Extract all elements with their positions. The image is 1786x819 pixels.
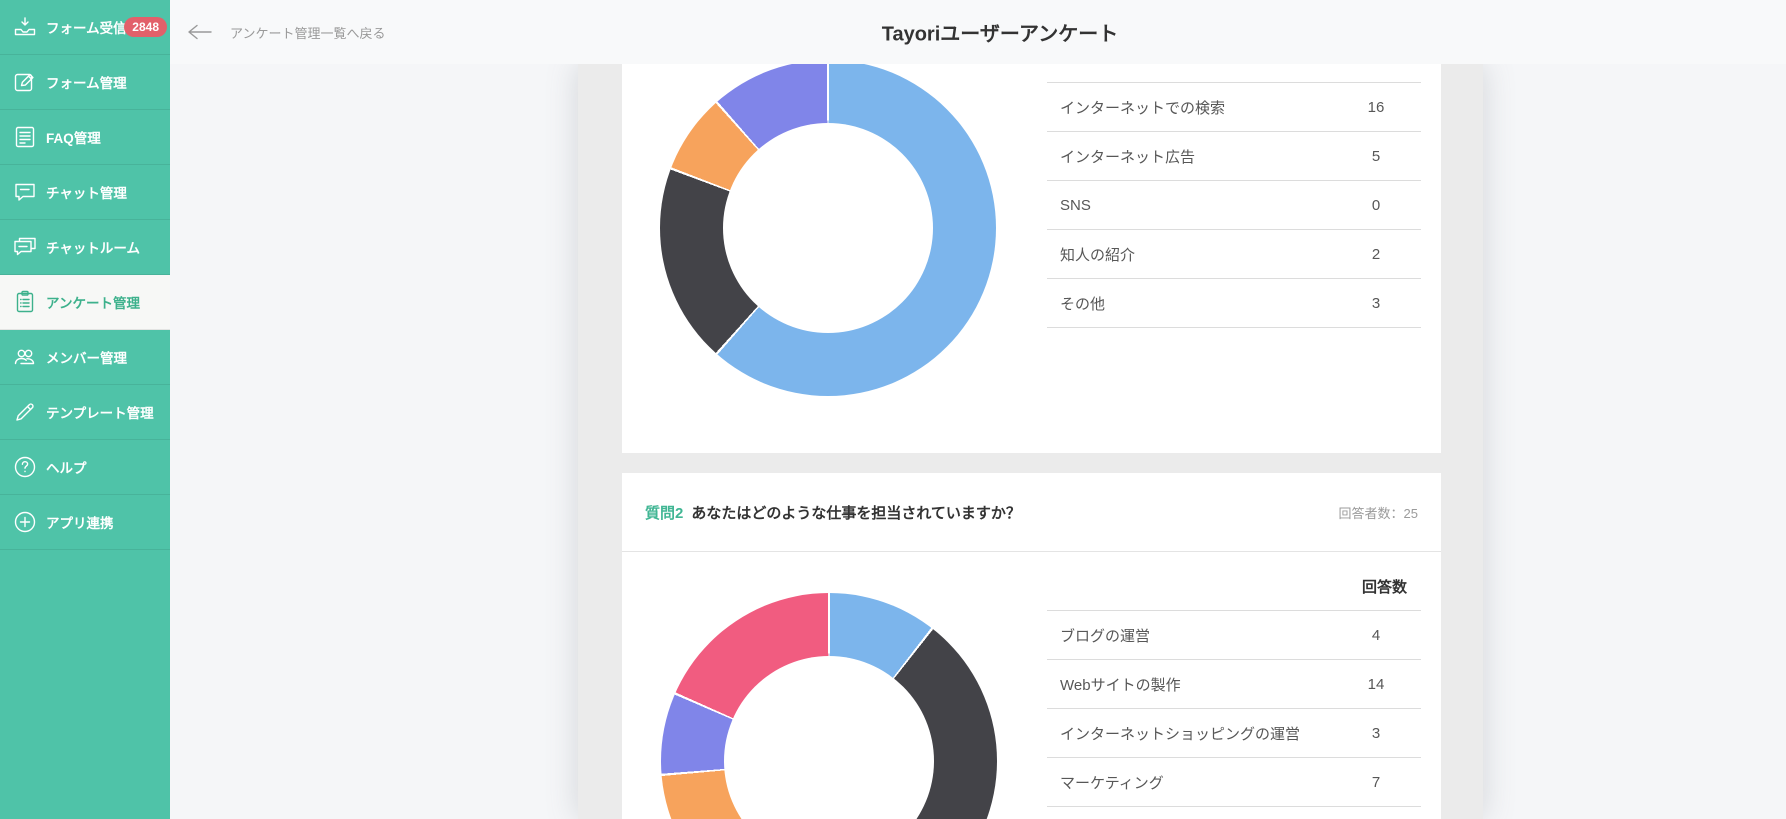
sidebar-item-label: チャット管理 xyxy=(46,182,127,202)
answer-count: 4 xyxy=(1331,627,1421,644)
members-icon xyxy=(12,344,38,370)
answer-count: 7 xyxy=(1331,774,1421,791)
table-row: Webサイトの製作 14 xyxy=(1047,659,1421,708)
sidebar-item-chat-room[interactable]: チャットルーム xyxy=(0,220,170,275)
inbox-icon xyxy=(12,14,38,40)
answer-count: 14 xyxy=(1331,676,1421,693)
sidebar-item-form-inbox[interactable]: フォーム受信箱 2848 xyxy=(0,0,170,55)
answer-count: 3 xyxy=(1331,295,1421,312)
answer-count: 5 xyxy=(1331,148,1421,165)
table-row: SNS 0 xyxy=(1047,180,1421,229)
sidebar-item-survey-management[interactable]: アンケート管理 xyxy=(0,275,170,330)
answer-label: ブログの運営 xyxy=(1047,625,1331,646)
question-1-donut-chart xyxy=(660,60,996,396)
unread-count-badge: 2848 xyxy=(124,17,167,37)
table-row: 知人の紹介 2 xyxy=(1047,229,1421,278)
sidebar-item-label: アプリ連携 xyxy=(46,512,114,532)
template-pencil-icon xyxy=(12,399,38,425)
answer-count: 16 xyxy=(1331,99,1421,116)
chat-bubble-icon xyxy=(12,179,38,205)
sidebar-item-form-management[interactable]: フォーム管理 xyxy=(0,55,170,110)
answer-label: インターネット広告 xyxy=(1047,146,1331,167)
help-icon xyxy=(12,454,38,480)
answer-count-header: 回答数 xyxy=(1047,576,1421,597)
answer-count: 2 xyxy=(1331,246,1421,263)
question-text: あなたはどのような仕事を担当されていますか？ xyxy=(691,505,1021,522)
sidebar-item-member-management[interactable]: メンバー管理 xyxy=(0,330,170,385)
question-2-result-card: 質問2 あなたはどのような仕事を担当されていますか？ 回答者数：25 回答数 ブロ… xyxy=(622,473,1441,819)
question-number-tag: 質問2 xyxy=(645,505,683,522)
donut-hole xyxy=(723,123,933,333)
answer-count: 0 xyxy=(1331,197,1421,214)
sidebar-item-faq-management[interactable]: FAQ管理 xyxy=(0,110,170,165)
back-arrow-icon xyxy=(187,24,212,40)
main-sidebar: フォーム受信箱 2848 フォーム管理 FAQ管理 チャット管理 チ xyxy=(0,0,170,819)
table-row: その他 3 xyxy=(1047,278,1421,328)
respondents-count: 回答者数：25 xyxy=(1339,503,1418,522)
table-row: ブログの運営 4 xyxy=(1047,610,1421,659)
sidebar-item-label: フォーム管理 xyxy=(46,72,127,92)
sidebar-item-label: FAQ管理 xyxy=(46,127,101,147)
chat-room-icon xyxy=(12,234,38,260)
sidebar-item-label: チャットルーム xyxy=(46,237,140,257)
table-row: インターネット広告 5 xyxy=(1047,131,1421,180)
table-row: マーケティング 7 xyxy=(1047,757,1421,807)
table-header-row: 回答数 xyxy=(1047,562,1421,610)
question-2-answer-table: 回答数 ブログの運営 4 Webサイトの製作 14 インターネットショッピングの… xyxy=(1047,562,1421,807)
sidebar-item-template-management[interactable]: テンプレート管理 xyxy=(0,385,170,440)
answer-label: その他 xyxy=(1047,293,1331,314)
sidebar-item-label: メンバー管理 xyxy=(46,347,127,367)
tayori-app: インターネットでの検索 16 インターネット広告 5 SNS 0 知人の紹介 2… xyxy=(0,0,1786,819)
back-link-label: アンケート管理一覧へ戻る xyxy=(230,23,385,42)
question-1-answer-table: インターネットでの検索 16 インターネット広告 5 SNS 0 知人の紹介 2… xyxy=(1047,82,1421,328)
table-row: インターネットショッピングの運営 3 xyxy=(1047,708,1421,757)
answer-label: Webサイトの製作 xyxy=(1047,674,1331,695)
answer-label: SNS xyxy=(1047,197,1331,214)
page-header: アンケート管理一覧へ戻る Tayoriユーザーアンケート xyxy=(170,0,1786,64)
question-1-result-card: インターネットでの検索 16 インターネット広告 5 SNS 0 知人の紹介 2… xyxy=(622,0,1441,453)
answer-label: インターネットでの検索 xyxy=(1047,97,1331,118)
sidebar-item-label: ヘルプ xyxy=(46,457,87,477)
question-2-title: 質問2 あなたはどのような仕事を担当されていますか？ xyxy=(645,502,1021,523)
page-title: Tayoriユーザーアンケート xyxy=(882,18,1119,47)
back-to-survey-list-button[interactable]: アンケート管理一覧へ戻る xyxy=(187,0,385,64)
sidebar-item-label: テンプレート管理 xyxy=(46,402,154,422)
answer-label: インターネットショッピングの運営 xyxy=(1047,723,1331,744)
table-row: インターネットでの検索 16 xyxy=(1047,82,1421,131)
sidebar-item-chat-management[interactable]: チャット管理 xyxy=(0,165,170,220)
sidebar-item-help[interactable]: ヘルプ xyxy=(0,440,170,495)
sidebar-item-label: アンケート管理 xyxy=(46,292,140,312)
form-edit-icon xyxy=(12,69,38,95)
question-2-header: 質問2 あなたはどのような仕事を担当されていますか？ 回答者数：25 xyxy=(622,473,1441,552)
answer-count: 3 xyxy=(1331,725,1421,742)
sidebar-item-app-integration[interactable]: アプリ連携 xyxy=(0,495,170,550)
answer-label: マーケティング xyxy=(1047,772,1331,793)
survey-clipboard-icon xyxy=(12,289,38,315)
app-link-icon xyxy=(12,509,38,535)
question-2-donut-chart xyxy=(661,593,997,819)
answer-label: 知人の紹介 xyxy=(1047,244,1331,265)
faq-document-icon xyxy=(12,124,38,150)
